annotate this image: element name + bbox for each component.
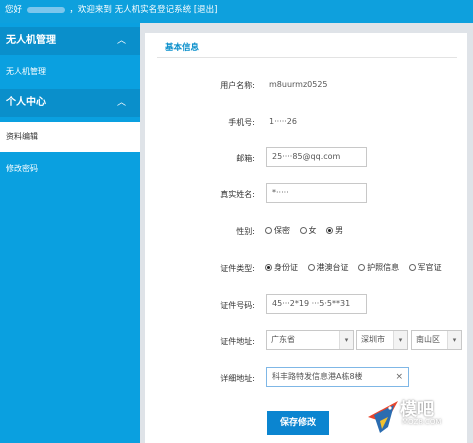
select-value: 深圳市 (361, 335, 385, 344)
watermark-text: 模吧 (400, 400, 434, 420)
divider (157, 57, 457, 58)
radio-label: 男 (335, 226, 344, 235)
sidebar-item-drone-management[interactable]: 无人机管理 (0, 57, 140, 87)
id-type-label: 证件类型: (220, 264, 255, 273)
sidebar-item-label: 修改密码 (6, 164, 38, 173)
radio-icon (265, 227, 272, 234)
sidebar-section-label: 个人中心 (6, 97, 46, 108)
username-label: 用户名称: (220, 81, 255, 90)
phone-value: 1·····26 (269, 117, 297, 126)
district-select[interactable]: 南山区 ▾ (411, 330, 462, 350)
bird-logo-icon (368, 401, 398, 433)
radio-icon (358, 264, 366, 271)
chevron-down-icon: ▾ (447, 331, 461, 349)
realname-field[interactable]: *····· (266, 183, 367, 203)
gender-option-male[interactable]: 男 (326, 225, 343, 236)
save-button[interactable]: 保存修改 (267, 411, 329, 435)
watermark-subtext: MOZ8.COM (402, 418, 442, 426)
radio-selected-icon (326, 227, 334, 234)
panel-title: 基本信息 (165, 43, 200, 53)
gender-radio-group: 保密 女 男 (265, 225, 350, 236)
radio-icon (408, 264, 416, 271)
gender-option-secret[interactable]: 保密 (265, 225, 290, 236)
id-type-option-officer[interactable]: 军官证 (408, 262, 442, 273)
chevron-down-icon: ▾ (339, 331, 353, 349)
id-type-option-passport[interactable]: 护照信息 (358, 262, 399, 273)
city-select[interactable]: 深圳市 ▾ (356, 330, 408, 350)
greeting-text: 您好 (5, 5, 23, 15)
email-label: 邮箱: (236, 154, 255, 163)
sidebar-item-change-password[interactable]: 修改密码 (0, 154, 140, 184)
detail-address-value: 科丰路特发信息港A栋8楼 (272, 372, 363, 381)
radio-label: 港澳台证 (316, 263, 349, 272)
radio-label: 护照信息 (367, 263, 400, 272)
gender-option-female[interactable]: 女 (299, 225, 317, 236)
id-type-radio-group: 身份证 港澳台证 护照信息 军官证 (265, 262, 449, 273)
watermark-logo: 模吧 MOZ8.COM (362, 389, 473, 443)
sidebar: 无人机管理 ︿ 无人机管理 个人中心 ︿ 资料编辑 修改密码 (0, 23, 140, 443)
detail-address-label: 详细地址: (220, 374, 255, 383)
gender-label: 性别: (236, 227, 255, 236)
sidebar-section-label: 无人机管理 (6, 35, 56, 46)
select-value: 南山区 (416, 335, 440, 344)
id-address-label: 证件地址: (220, 337, 255, 346)
detail-address-field[interactable]: 科丰路特发信息港A栋8楼 × (266, 367, 409, 387)
chevron-down-icon: ▾ (393, 331, 407, 349)
top-bar: 您好 ，欢迎来到 无人机实名登记系统 [退出] (0, 0, 473, 23)
phone-label: 手机号: (228, 118, 255, 127)
radio-label: 女 (308, 226, 317, 235)
id-number-field[interactable]: 45···2*19 ···5·5**31 (266, 294, 367, 314)
radio-label: 军官证 (417, 263, 442, 272)
select-value: 广东省 (271, 335, 295, 344)
clear-icon[interactable]: × (395, 368, 403, 386)
radio-selected-icon (265, 264, 272, 271)
sidebar-section-drone[interactable]: 无人机管理 ︿ (0, 27, 140, 55)
welcome-text[interactable]: ，欢迎来到 无人机实名登记系统 [退出] (69, 5, 217, 15)
chevron-up-icon: ︿ (116, 36, 126, 46)
chevron-up-icon: ︿ (116, 98, 126, 108)
radio-label: 保密 (274, 226, 290, 235)
username-redacted (26, 6, 65, 13)
id-number-label: 证件号码: (220, 301, 255, 310)
username-value: m8uurmz0525 (269, 80, 328, 89)
radio-icon (307, 264, 315, 271)
id-type-option-hkmt[interactable]: 港澳台证 (307, 262, 349, 273)
email-field[interactable]: 25····85@qq.com (266, 147, 367, 167)
realname-label: 真实姓名: (220, 190, 255, 199)
sidebar-item-label: 资料编辑 (6, 132, 38, 141)
sidebar-item-profile-edit[interactable]: 资料编辑 (0, 122, 140, 152)
province-select[interactable]: 广东省 ▾ (266, 330, 354, 350)
radio-label: 身份证 (274, 263, 298, 272)
id-type-option-idcard[interactable]: 身份证 (265, 262, 298, 273)
radio-icon (299, 227, 307, 234)
profile-form-panel: 基本信息 用户名称: m8uurmz0525 手机号: 1·····26 邮箱:… (145, 33, 467, 443)
sidebar-item-label: 无人机管理 (6, 67, 46, 76)
sidebar-section-personal[interactable]: 个人中心 ︿ (0, 89, 140, 117)
